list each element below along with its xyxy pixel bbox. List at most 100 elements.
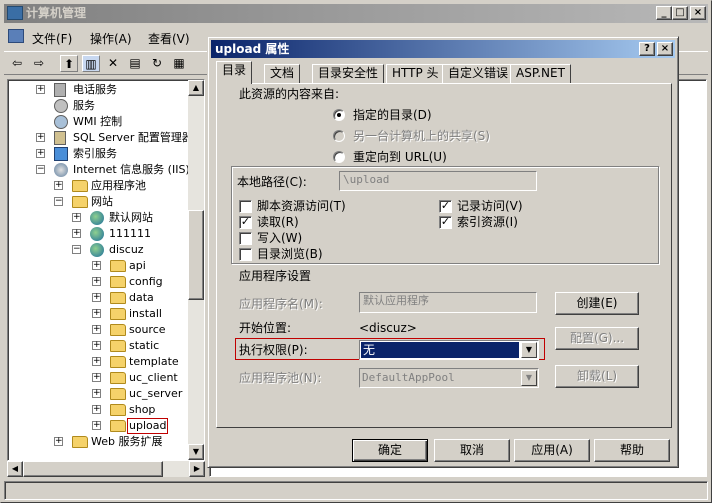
app-name-input: 默认应用程序 xyxy=(359,292,537,313)
export-list-icon[interactable]: ▦ xyxy=(170,55,188,72)
scroll-down-icon[interactable]: ▼ xyxy=(188,444,204,460)
tree-vertical-scrollbar[interactable]: ▲ ▼ xyxy=(188,80,204,460)
close-icon[interactable]: × xyxy=(657,42,673,56)
checkbox-write-label[interactable]: 写入(W) xyxy=(257,230,302,246)
console-icon[interactable] xyxy=(8,29,24,43)
tree-node-label: static xyxy=(129,339,160,352)
checkbox-read-label[interactable]: 读取(R) xyxy=(257,214,299,230)
collapse-icon[interactable]: − xyxy=(54,197,63,206)
tree-node-label: 电话服务 xyxy=(73,83,117,96)
globe-icon xyxy=(90,211,104,225)
expand-icon[interactable]: + xyxy=(72,229,81,238)
up-folder-icon[interactable]: ⬆ xyxy=(60,55,78,72)
tab-directory[interactable]: 目录 xyxy=(216,61,253,84)
expand-icon[interactable]: + xyxy=(92,373,101,382)
collapse-icon[interactable]: − xyxy=(72,245,81,254)
radio-network-share-label: 另一台计算机上的共享(S) xyxy=(353,129,490,143)
expand-icon[interactable]: + xyxy=(36,149,45,158)
globe-icon xyxy=(90,243,104,257)
checkbox-read[interactable]: ✓ xyxy=(239,216,252,229)
main-title-bar[interactable]: 计算机管理 _ □ × xyxy=(4,4,708,23)
radio-local-directory-label[interactable]: 指定的目录(D) xyxy=(353,107,432,123)
local-path-input: \upload xyxy=(339,171,537,191)
back-arrow-icon[interactable]: ⇦ xyxy=(8,55,26,72)
checkbox-log-visits[interactable]: ✓ xyxy=(439,200,452,213)
ok-button[interactable]: 确定 xyxy=(352,439,428,462)
tree-node-label: Web 服务扩展 xyxy=(91,435,163,448)
exec-permission-value: 无 xyxy=(361,342,519,358)
checkbox-index-resource-label[interactable]: 索引资源(I) xyxy=(457,214,518,230)
scroll-thumb[interactable] xyxy=(23,461,163,477)
expand-icon[interactable]: + xyxy=(72,213,81,222)
expand-icon[interactable]: + xyxy=(92,405,101,414)
tab-http-headers[interactable]: HTTP 头 xyxy=(386,64,445,83)
folder-icon xyxy=(110,404,126,416)
menu-view[interactable]: 查看(V) xyxy=(148,30,190,47)
create-button[interactable]: 创建(E) xyxy=(555,292,639,315)
expand-icon[interactable]: + xyxy=(36,133,45,142)
maximize-icon[interactable]: □ xyxy=(672,6,688,20)
expand-icon[interactable]: + xyxy=(36,85,45,94)
tab-aspnet[interactable]: ASP.NET xyxy=(510,64,571,83)
expand-icon[interactable]: + xyxy=(92,309,101,318)
tree-node-label-selected: upload xyxy=(127,418,169,434)
minimize-icon[interactable]: _ xyxy=(656,6,672,20)
chevron-down-icon[interactable]: ▼ xyxy=(521,342,537,358)
checkbox-index-resource[interactable]: ✓ xyxy=(439,216,452,229)
expand-icon[interactable]: + xyxy=(92,261,101,270)
expand-icon[interactable]: + xyxy=(92,389,101,398)
scroll-up-icon[interactable]: ▲ xyxy=(188,80,204,96)
expand-icon[interactable]: + xyxy=(54,181,63,190)
expand-icon[interactable]: + xyxy=(92,421,101,430)
menu-file[interactable]: 文件(F) xyxy=(32,30,72,47)
scroll-left-icon[interactable]: ◀ xyxy=(7,461,23,477)
tab-directory-security[interactable]: 目录安全性 xyxy=(312,64,385,83)
collapse-icon[interactable]: − xyxy=(36,165,45,174)
upload-properties-dialog: upload 属性 ? × 目录 文档 目录安全性 HTTP 头 自定义错误 A… xyxy=(207,36,679,468)
exec-permission-select[interactable]: 无 ▼ xyxy=(359,340,539,360)
checkbox-log-visits-label[interactable]: 记录访问(V) xyxy=(457,198,523,214)
radio-redirect-url[interactable] xyxy=(333,151,345,163)
tree-node-label: install xyxy=(129,307,162,320)
main-window-title: 计算机管理 xyxy=(26,6,87,20)
refresh-icon[interactable]: ↻ xyxy=(148,55,166,72)
scroll-right-icon[interactable]: ▶ xyxy=(189,461,205,477)
checkbox-write[interactable] xyxy=(239,232,252,245)
checkbox-directory-browsing[interactable] xyxy=(239,248,252,261)
tree-horizontal-scrollbar[interactable]: ◀ ▶ xyxy=(7,461,205,477)
tree-node-label: SQL Server 配置管理器 xyxy=(73,131,188,144)
menu-action[interactable]: 操作(A) xyxy=(90,30,132,47)
apply-button[interactable]: 应用(A) xyxy=(514,439,590,462)
tree-node-label: 应用程序池 xyxy=(91,179,146,192)
folder-icon xyxy=(110,308,126,320)
tab-custom-errors[interactable]: 自定义错误 xyxy=(442,64,515,83)
close-icon[interactable]: × xyxy=(690,6,706,20)
expand-icon[interactable]: + xyxy=(54,437,63,446)
checkbox-script-source-access-label[interactable]: 脚本资源访问(T) xyxy=(257,198,346,214)
expand-icon[interactable]: + xyxy=(92,293,101,302)
expand-icon[interactable]: + xyxy=(92,277,101,286)
radio-redirect-url-label[interactable]: 重定向到 URL(U) xyxy=(353,149,447,165)
delete-icon[interactable]: ✕ xyxy=(104,55,122,72)
console-tree: + 电话服务 服务 WMI 控制 + SQL Server 配置管理器 + 索引… xyxy=(7,79,205,461)
status-bar xyxy=(4,481,708,500)
tree-node-label: discuz xyxy=(109,243,144,256)
iis-icon xyxy=(54,163,68,177)
show-tree-icon[interactable]: ▥ xyxy=(82,55,100,72)
help-icon[interactable]: ? xyxy=(639,42,655,56)
tab-documents[interactable]: 文档 xyxy=(264,64,301,83)
properties-icon[interactable]: ▤ xyxy=(126,55,144,72)
forward-arrow-icon[interactable]: ⇨ xyxy=(30,55,48,72)
expand-icon[interactable]: + xyxy=(92,357,101,366)
globe-icon xyxy=(90,227,104,241)
dialog-title-bar[interactable]: upload 属性 ? × xyxy=(211,40,675,58)
help-button[interactable]: 帮助 xyxy=(594,439,670,462)
expand-icon[interactable]: + xyxy=(92,341,101,350)
cancel-button[interactable]: 取消 xyxy=(434,439,510,462)
wmi-icon xyxy=(54,115,68,129)
expand-icon[interactable]: + xyxy=(92,325,101,334)
radio-local-directory[interactable] xyxy=(333,109,345,121)
checkbox-script-source-access[interactable] xyxy=(239,200,252,213)
checkbox-directory-browsing-label[interactable]: 目录浏览(B) xyxy=(257,246,323,262)
scroll-thumb[interactable] xyxy=(188,210,204,300)
